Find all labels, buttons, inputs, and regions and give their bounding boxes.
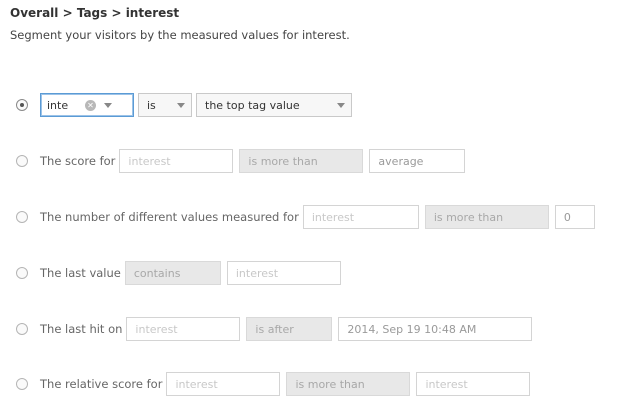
radio-last-value[interactable]	[16, 267, 28, 279]
segment-page: Overall > Tags > interest Segment your v…	[0, 0, 635, 399]
row-label: The last value	[40, 266, 121, 280]
criteria-row-score: The score for interest is more than aver…	[16, 148, 471, 174]
criteria-row-last-value: The last value contains interest	[16, 260, 347, 286]
chevron-down-icon	[177, 102, 185, 108]
tag-select-value: inte	[47, 98, 69, 112]
operator-field[interactable]: is more than	[239, 149, 364, 173]
tag-field[interactable]: interest	[166, 372, 281, 396]
operator-select-value: is	[147, 98, 156, 112]
tag-select-input[interactable]: inte ✕	[40, 93, 134, 117]
value-select-value: the top tag value	[205, 98, 300, 112]
radio-distinct-count[interactable]	[16, 211, 28, 223]
chevron-down-icon	[337, 102, 345, 108]
row-label: The relative score for	[40, 377, 163, 391]
chevron-down-icon[interactable]	[104, 102, 112, 108]
breadcrumb: Overall > Tags > interest	[10, 6, 180, 20]
value-field[interactable]: 0	[554, 205, 595, 229]
tag-field[interactable]: interest	[126, 317, 241, 341]
radio-top-tag[interactable]	[16, 99, 28, 111]
row-label: The number of different values measured …	[40, 210, 299, 224]
criteria-row-relative-score: The relative score for interest is more …	[16, 371, 536, 397]
tag-field[interactable]: interest	[302, 205, 419, 229]
operator-field[interactable]: is more than	[286, 372, 411, 396]
row-label: The last hit on	[40, 322, 123, 336]
operator-field[interactable]: is after	[246, 317, 333, 341]
criteria-row-top-tag: inte ✕ is the top tag value	[16, 92, 356, 118]
criteria-row-last-hit: The last hit on interest is after 2014, …	[16, 316, 538, 342]
tag-field[interactable]: interest	[119, 149, 234, 173]
clear-icon[interactable]: ✕	[85, 99, 96, 111]
radio-score[interactable]	[16, 155, 28, 167]
value-field[interactable]: interest	[226, 261, 341, 285]
operator-field[interactable]: is more than	[424, 205, 549, 229]
radio-last-hit[interactable]	[16, 323, 28, 335]
value-select[interactable]: the top tag value	[196, 93, 352, 117]
value-field[interactable]: average	[369, 149, 466, 173]
criteria-row-distinct-count: The number of different values measured …	[16, 204, 595, 230]
operator-field[interactable]: contains	[124, 261, 221, 285]
value-field[interactable]: interest	[416, 372, 531, 396]
page-subtitle: Segment your visitors by the measured va…	[10, 28, 350, 42]
date-field[interactable]: 2014, Sep 19 10:48 AM	[338, 317, 533, 341]
operator-select[interactable]: is	[138, 93, 192, 117]
radio-relative-score[interactable]	[16, 378, 28, 390]
row-label: The score for	[40, 154, 116, 168]
